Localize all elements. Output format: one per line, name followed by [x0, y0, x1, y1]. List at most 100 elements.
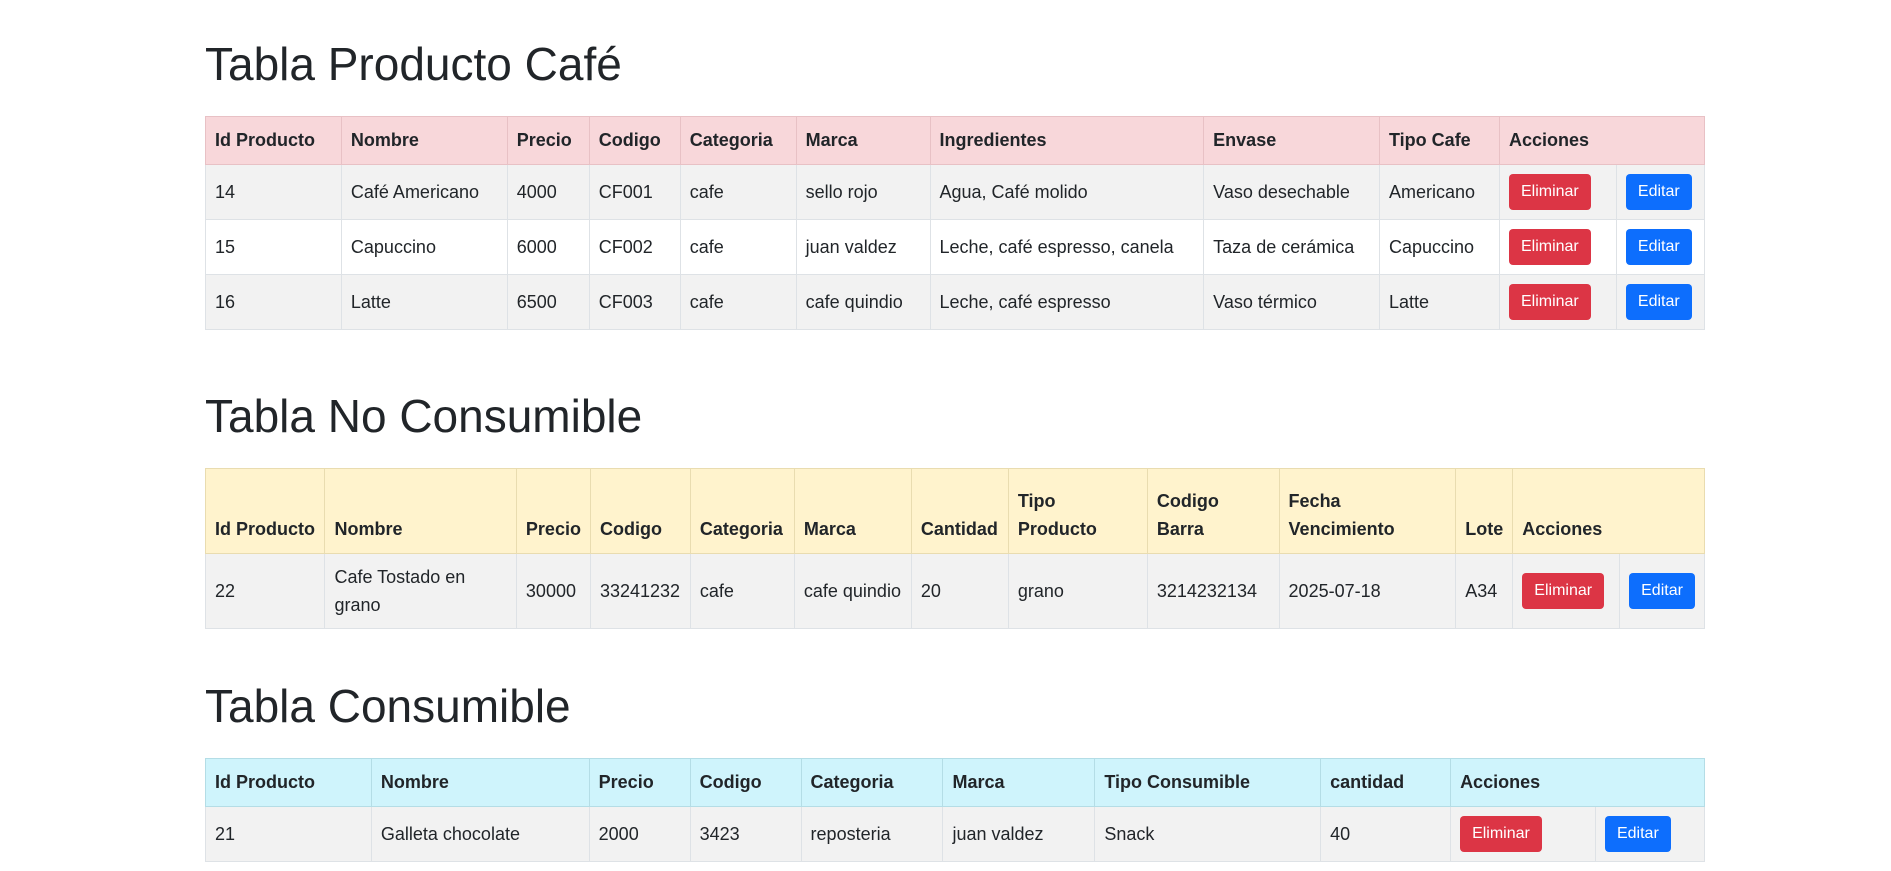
table-cell: Vaso desechable [1203, 164, 1381, 220]
table-cell: 15 [205, 219, 342, 275]
table-row: 21 Galleta chocolate 2000 3423 reposteri… [205, 806, 1706, 862]
table-cell: 21 [205, 806, 372, 862]
column-header: Acciones [1512, 468, 1705, 554]
column-header: Categoria [800, 758, 944, 807]
table-cell: A34 [1455, 553, 1514, 629]
column-header: Codigo Barra [1146, 468, 1280, 554]
column-header: Nombre [340, 116, 508, 165]
table-cell: reposteria [800, 806, 944, 862]
table-cell: Cafe Tostado en grano [324, 553, 517, 629]
actions-cell: Eliminar [1498, 219, 1617, 275]
consumible-table-title: Tabla Consumible [205, 680, 571, 732]
table-cell: Galleta chocolate [370, 806, 590, 862]
column-header: Tipo Producto [1007, 468, 1148, 554]
table-cell: 3214232134 [1146, 553, 1280, 629]
table-cell: 22 [204, 553, 326, 629]
delete-button[interactable]: Eliminar [1522, 573, 1605, 609]
column-header: cantidad [1320, 758, 1452, 807]
column-header: Nombre [324, 468, 517, 554]
table-cell: Agua, Café molido [929, 164, 1205, 220]
column-header: Id Producto [205, 116, 342, 165]
table-cell: Vaso térmico [1203, 274, 1381, 330]
table-cell: 3423 [689, 806, 802, 862]
table-cell: cafe [679, 274, 797, 330]
cafe-table-title: Tabla Producto Café [205, 38, 622, 90]
actions-cell: Eliminar [1450, 806, 1596, 862]
table-cell: CF001 [588, 164, 681, 220]
column-header: Nombre [370, 758, 590, 807]
no-consumible-table-title: Tabla No Consumible [205, 390, 643, 442]
actions-cell: Eliminar [1498, 164, 1617, 220]
cafe-section: Tabla Producto Café [205, 36, 1705, 92]
column-header: Precio [515, 468, 591, 554]
table-cell: 40 [1320, 806, 1452, 862]
column-header: Tipo Consumible [1094, 758, 1322, 807]
table-cell: Leche, café espresso [929, 274, 1205, 330]
table-cell: cafe quindio [793, 553, 912, 629]
table-cell: 30000 [515, 553, 591, 629]
table-cell: CF003 [588, 274, 681, 330]
column-header: Codigo [588, 116, 681, 165]
column-header: Categoria [689, 468, 795, 554]
table-cell: 6000 [506, 219, 590, 275]
table-cell: grano [1007, 553, 1148, 629]
table-row: 15 Capuccino 6000 CF002 cafe juan valdez… [205, 219, 1706, 275]
column-header: Marca [942, 758, 1096, 807]
actions-cell: Editar [1615, 164, 1706, 220]
table-row: 14 Café Americano 4000 CF001 cafe sello … [205, 164, 1706, 220]
column-header: Envase [1203, 116, 1381, 165]
edit-button[interactable]: Editar [1625, 284, 1692, 320]
actions-cell: Editar [1619, 553, 1705, 629]
column-header: Fecha Vencimiento [1278, 468, 1457, 554]
column-header: Categoria [679, 116, 797, 165]
column-header: Codigo [689, 758, 802, 807]
actions-cell: Editar [1615, 274, 1706, 330]
table-cell: cafe [679, 219, 797, 275]
edit-button[interactable]: Editar [1604, 816, 1671, 852]
column-header: Marca [795, 116, 931, 165]
table-cell: Taza de cerámica [1203, 219, 1381, 275]
table-cell: juan valdez [942, 806, 1096, 862]
column-header: Id Producto [204, 468, 326, 554]
table-cell: cafe [679, 164, 797, 220]
consumible-table: Id Producto Nombre Precio Codigo Categor… [205, 758, 1706, 862]
edit-button[interactable]: Editar [1625, 174, 1692, 210]
table-cell: CF002 [588, 219, 681, 275]
table-header-row: Id Producto Nombre Precio Codigo Categor… [205, 758, 1705, 807]
table-cell: 16 [205, 274, 342, 330]
column-header: Acciones [1498, 116, 1706, 165]
table-row: 22 Cafe Tostado en grano 30000 33241232 … [204, 553, 1705, 629]
delete-button[interactable]: Eliminar [1460, 816, 1542, 852]
table-cell: 33241232 [589, 553, 691, 629]
table-cell: Latte [1379, 274, 1500, 330]
actions-cell: Editar [1615, 219, 1706, 275]
column-header: Precio [588, 758, 691, 807]
actions-cell: Eliminar [1512, 553, 1621, 629]
table-header-row: Id Producto Nombre Precio Codigo Categor… [205, 116, 1706, 165]
table-cell: Snack [1094, 806, 1322, 862]
column-header: Id Producto [205, 758, 372, 807]
table-cell: 4000 [506, 164, 590, 220]
column-header: Precio [506, 116, 590, 165]
actions-cell: Editar [1594, 806, 1706, 862]
table-cell: Capuccino [340, 219, 508, 275]
delete-button[interactable]: Eliminar [1508, 174, 1591, 210]
delete-button[interactable]: Eliminar [1508, 284, 1591, 320]
cafe-table: Id Producto Nombre Precio Codigo Categor… [205, 116, 1706, 330]
table-cell: juan valdez [795, 219, 931, 275]
table-cell: 2025-07-18 [1278, 553, 1457, 629]
column-header: Acciones [1450, 758, 1705, 807]
table-cell: Café Americano [340, 164, 508, 220]
edit-button[interactable]: Editar [1625, 229, 1692, 265]
table-cell: cafe [689, 553, 795, 629]
actions-cell: Eliminar [1498, 274, 1617, 330]
table-cell: 14 [205, 164, 342, 220]
table-cell: 2000 [588, 806, 691, 862]
delete-button[interactable]: Eliminar [1508, 229, 1591, 265]
table-cell: 20 [910, 553, 1009, 629]
column-header: Ingredientes [929, 116, 1205, 165]
edit-button[interactable]: Editar [1629, 573, 1695, 609]
no-consumible-section: Tabla No Consumible [205, 388, 1705, 444]
column-header: Lote [1455, 468, 1514, 554]
table-cell: Leche, café espresso, canela [929, 219, 1205, 275]
